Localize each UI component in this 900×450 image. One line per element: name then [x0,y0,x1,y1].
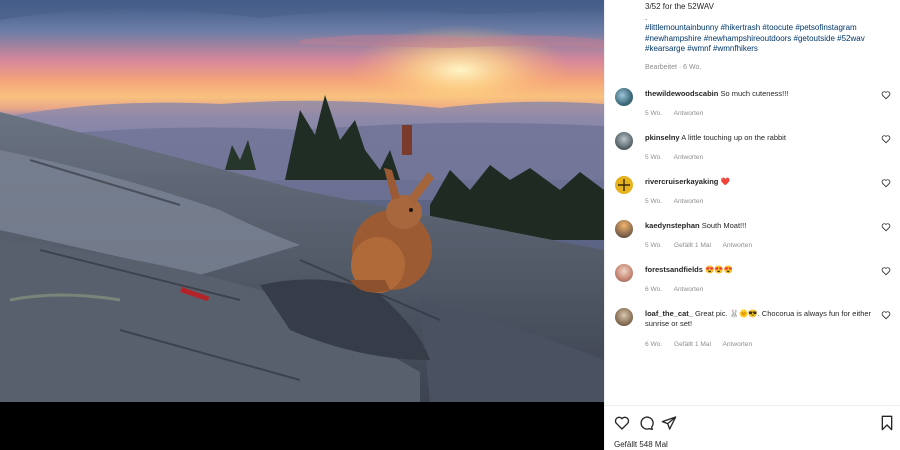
comment-body: 😍😍😍 [705,265,734,274]
send-icon[interactable] [661,415,677,431]
reply-button[interactable]: Antworten [674,154,704,161]
photo-letterbox [0,402,604,450]
comment-heart-icon[interactable] [881,90,891,100]
avatar[interactable] [615,264,633,282]
reply-button[interactable]: Antworten [674,198,704,205]
comment-username[interactable]: forestsandfields [645,265,703,274]
post-side-panel: 3/52 for the 52WAV . #littlemountainbunn… [604,0,900,450]
comment-item: loaf_the_cat_ Great pic. 🐰🌞😎. Chocorua i… [615,308,897,358]
comment-text: loaf_the_cat_ Great pic. 🐰🌞😎. Chocorua i… [645,309,873,329]
comment-body: A little touching up on the rabbit [681,133,786,142]
reply-button[interactable]: Antworten [722,242,752,249]
reply-button[interactable]: Antworten [674,286,704,293]
comment-meta: 5 Wo. Antworten [645,110,713,117]
comment-text: kaedynstephan South Moat!!! [645,221,873,231]
caption-dot: . [645,12,648,22]
comment-username[interactable]: thewildewoodscabin [645,89,718,98]
comment-username[interactable]: rivercruiserkayaking [645,177,718,186]
post-photo[interactable] [0,0,604,402]
post-caption: 3/52 for the 52WAV . #littlemountainbunn… [645,2,893,74]
avatar-cross-icon [618,179,630,191]
comment-text: forestsandfields 😍😍😍 [645,265,873,275]
comment-heart-icon[interactable] [881,266,891,276]
comment-text: thewildewoodscabin So much cuteness!!! [645,89,873,99]
comment-age[interactable]: 6 Wo. [645,286,662,293]
comment-age[interactable]: 5 Wo. [645,198,662,205]
avatar[interactable] [615,220,633,238]
comment-meta: 5 Wo. Antworten [645,198,713,205]
comment-item: thewildewoodscabin So much cuteness!!! 5… [615,88,897,128]
bookmark-icon[interactable] [879,415,895,431]
comment-heart-icon[interactable] [881,134,891,144]
comment-username[interactable]: pkinselny [645,133,680,142]
reply-button[interactable]: Antworten [674,110,704,117]
comment-meta: 5 Wo. Gefällt 1 Mal Antworten [645,242,762,249]
caption-text: 3/52 for the 52WAV [645,2,714,11]
comment-meta: 6 Wo. Gefällt 1 Mal Antworten [645,341,762,348]
comment-username[interactable]: loaf_the_cat_ [645,309,693,318]
photo-scene [0,0,604,402]
comment-heart-icon[interactable] [881,178,891,188]
comment-item: rivercruiserkayaking ❤️ 5 Wo. Antworten [615,176,897,216]
avatar[interactable] [615,308,633,326]
comment-username[interactable]: kaedynstephan [645,221,700,230]
avatar[interactable] [615,132,633,150]
avatar[interactable] [615,176,633,194]
comment-item: kaedynstephan South Moat!!! 5 Wo. Gefäll… [615,220,897,260]
comment-meta: 6 Wo. Antworten [645,286,713,293]
comment-item: pkinselny A little touching up on the ra… [615,132,897,172]
caption-edited-time: Bearbeitet · 6 Wo. [645,63,702,71]
comment-age[interactable]: 6 Wo. [645,341,662,348]
comment-age[interactable]: 5 Wo. [645,110,662,117]
heart-icon[interactable] [614,415,630,431]
comment-heart-icon[interactable] [881,222,891,232]
likes-count[interactable]: Gefällt 548 Mal [614,440,668,449]
comment-age[interactable]: 5 Wo. [645,242,662,249]
comment-age[interactable]: 5 Wo. [645,154,662,161]
comment-body: ❤️ [720,177,730,186]
comment-likes[interactable]: Gefällt 1 Mal [674,242,711,249]
comment-text: pkinselny A little touching up on the ra… [645,133,873,143]
comment-body: South Moat!!! [701,221,747,230]
caption-hashtags[interactable]: #littlemountainbunny #hikertrash #toocut… [645,23,893,55]
comment-item: forestsandfields 😍😍😍 6 Wo. Antworten [615,264,897,304]
reply-button[interactable]: Antworten [722,341,752,348]
post-action-bar: Gefällt 548 Mal [604,405,900,450]
comment-meta: 5 Wo. Antworten [645,154,713,161]
comment-text: rivercruiserkayaking ❤️ [645,177,873,187]
comment-icon[interactable] [638,415,654,431]
avatar[interactable] [615,88,633,106]
comment-likes[interactable]: Gefällt 1 Mal [674,341,711,348]
comment-body: So much cuteness!!! [720,89,789,98]
comment-heart-icon[interactable] [881,310,891,320]
